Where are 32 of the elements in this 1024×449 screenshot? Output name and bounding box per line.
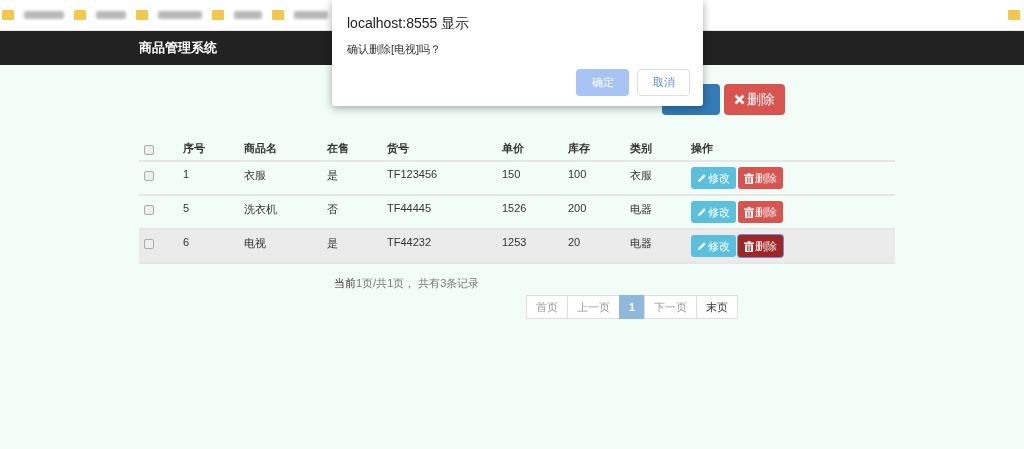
column-header: 序号 [183, 142, 205, 154]
table-cell: TF44445 [387, 202, 432, 214]
page-info: 当前1页/共1页， 共有3条记录 [334, 276, 481, 291]
table-cell: 1526 [502, 202, 527, 214]
column-header: 库存 [568, 142, 590, 154]
table-cell: 是 [327, 237, 338, 249]
table-cell: 电器 [630, 237, 652, 249]
table-cell: 衣服 [244, 169, 266, 181]
table-cell: TF44232 [387, 236, 432, 248]
column-header: 商品名 [244, 142, 277, 154]
table-cell: TF123456 [387, 168, 438, 180]
table-cell: 20 [568, 236, 581, 248]
table-cell: 电器 [630, 203, 652, 215]
table-cell: 衣服 [630, 169, 652, 181]
dialog-title: localhost:8555 显示 [347, 15, 471, 33]
column-header: 类别 [630, 142, 652, 154]
table-cell: 5 [183, 202, 190, 214]
table-cell: 1253 [502, 236, 527, 248]
dialog-message: 确认删除[电视]吗？ [347, 42, 443, 57]
column-header: 单价 [502, 142, 524, 154]
column-header: 货号 [387, 142, 409, 154]
table-cell: 否 [327, 203, 338, 215]
table-cell: 6 [183, 236, 190, 248]
table-cell: 洗衣机 [244, 203, 277, 215]
column-header: 在售 [327, 142, 349, 154]
table-cell: 200 [568, 202, 587, 214]
table-cell: 1 [183, 168, 190, 180]
table-cell: 150 [502, 168, 521, 180]
table-cell: 是 [327, 169, 338, 181]
table-cell: 100 [568, 168, 587, 180]
table-cell: 电视 [244, 237, 266, 249]
column-header: 操作 [691, 142, 713, 154]
